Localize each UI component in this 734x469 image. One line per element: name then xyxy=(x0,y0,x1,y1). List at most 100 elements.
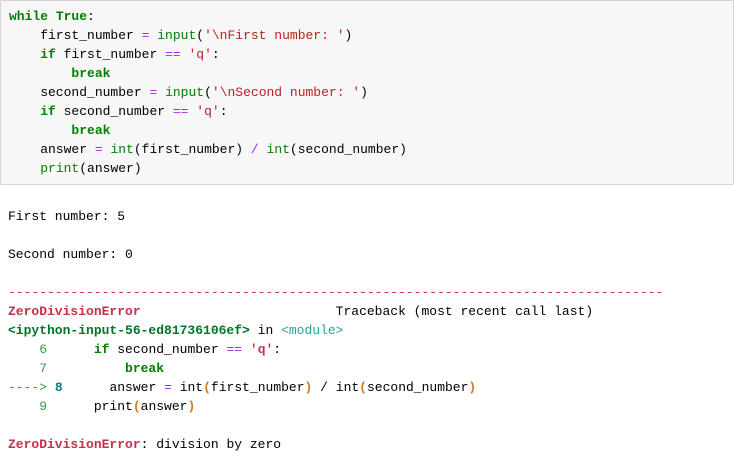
code-token: (first_number) xyxy=(133,142,244,157)
code-cell-input[interactable]: while True: first_number = input('\nFirs… xyxy=(0,0,734,185)
code-line: answer = int(first_number) / int(second_… xyxy=(9,140,725,159)
code-token: break xyxy=(125,361,165,376)
code-token: int xyxy=(179,380,204,395)
code-line: 7 break xyxy=(8,359,726,378)
code-token: = xyxy=(94,142,103,157)
code-token: answer xyxy=(78,380,165,395)
code-line: <ipython-input-56-ed81736106ef> in <modu… xyxy=(8,321,726,340)
code-token: / xyxy=(250,142,259,157)
code-token: Traceback (most recent call last) xyxy=(335,304,594,319)
code-token: first_number xyxy=(210,380,305,395)
code-token: while xyxy=(9,9,49,24)
code-token: if xyxy=(93,342,110,357)
code-token: '\nSecond number: ' xyxy=(211,85,361,100)
code-token: 'q' xyxy=(196,104,220,119)
code-line: ZeroDivisionError Traceback (most recent… xyxy=(8,302,726,321)
code-token: ----------------------------------------… xyxy=(8,285,664,300)
code-token: ) xyxy=(360,85,368,100)
code-token: 9 xyxy=(8,399,63,414)
code-token: <ipython-input-56-ed81736106ef> xyxy=(8,323,250,338)
code-token: : division by zero xyxy=(140,437,282,452)
code-line: while True: xyxy=(9,7,725,26)
code-token: First number: 5 xyxy=(8,209,126,224)
code-token: input xyxy=(165,85,205,100)
code-line: break xyxy=(9,121,725,140)
code-token: ZeroDivisionError xyxy=(8,304,141,319)
code-token: : xyxy=(211,47,220,62)
code-token: = xyxy=(164,380,172,395)
code-line: Second number: 0 xyxy=(8,245,726,264)
code-token: in xyxy=(249,323,282,338)
code-token: ----> xyxy=(8,380,48,395)
code-token: if xyxy=(40,47,56,62)
code-line: First number: 5 xyxy=(8,207,726,226)
code-token: '\nFirst number: ' xyxy=(204,28,345,43)
code-token: answer xyxy=(140,399,188,414)
code-token: == xyxy=(226,342,243,357)
code-token: break xyxy=(71,123,111,138)
code-token: True xyxy=(55,9,88,24)
code-token: first_number xyxy=(55,47,166,62)
code-token: Second number: 0 xyxy=(8,247,133,262)
code-line: ZeroDivisionError: division by zero xyxy=(8,435,726,454)
cell-output: First number: 5 Second number: 0 -------… xyxy=(0,185,734,454)
code-line: if second_number == 'q': xyxy=(9,102,725,121)
code-token: 'q' xyxy=(188,47,212,62)
code-token: input xyxy=(157,28,197,43)
code-token: (answer) xyxy=(79,161,142,176)
code-token: (second_number) xyxy=(289,142,407,157)
notebook-page: while True: first_number = input('\nFirs… xyxy=(0,0,734,469)
code-token: second_number xyxy=(9,85,150,100)
code-token: second_number xyxy=(55,104,173,119)
code-token: ) xyxy=(344,28,353,43)
code-token: first_number xyxy=(9,28,142,43)
code-token: ) xyxy=(187,399,196,414)
code-token: second_number xyxy=(366,380,469,395)
code-token: : xyxy=(273,342,282,357)
code-token: 6 xyxy=(8,342,63,357)
code-token: ( xyxy=(132,399,141,414)
code-line: ----------------------------------------… xyxy=(8,283,726,302)
code-line: print(answer) xyxy=(9,159,725,178)
code-token: ZeroDivisionError xyxy=(8,437,141,452)
code-token: == xyxy=(172,104,189,119)
code-line: first_number = input('\nFirst number: ') xyxy=(9,26,725,45)
code-line: second_number = input('\nSecond number: … xyxy=(9,83,725,102)
code-token: int xyxy=(266,142,290,157)
code-token: 7 xyxy=(8,361,63,376)
code-token: ( xyxy=(204,85,212,100)
code-token: : xyxy=(219,104,228,119)
code-token: answer xyxy=(9,142,95,157)
code-token: 8 xyxy=(54,380,63,395)
code-token: break xyxy=(71,66,111,81)
code-token: : xyxy=(87,9,95,24)
code-line: break xyxy=(9,64,725,83)
code-line: if first_number == 'q': xyxy=(9,45,725,64)
code-token: / xyxy=(312,380,336,395)
code-token: int xyxy=(110,142,134,157)
code-token: ) xyxy=(468,380,477,395)
code-token: int xyxy=(335,380,360,395)
code-token: second_number xyxy=(109,342,227,357)
code-token: print xyxy=(93,399,133,414)
code-token: ( xyxy=(359,380,367,395)
code-line: 9 print(answer) xyxy=(8,397,726,416)
